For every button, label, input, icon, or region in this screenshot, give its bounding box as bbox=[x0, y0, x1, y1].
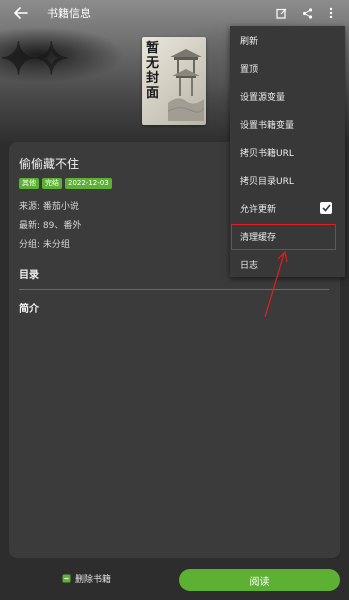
book-group[interactable]: 分组: 未分组 bbox=[19, 237, 70, 250]
menu-item-refresh[interactable]: 刷新 bbox=[230, 26, 345, 54]
bottom-bar: 删除书籍 阅读 bbox=[0, 558, 349, 600]
tag-date: 2022-12-03 bbox=[65, 178, 112, 189]
cover-placeholder-text: 暂无封面 bbox=[146, 41, 160, 101]
toc-section[interactable]: 目录 bbox=[19, 266, 39, 281]
tag-category: 其他 bbox=[19, 178, 39, 189]
book-tags: 其他 完结 2022-12-03 bbox=[19, 178, 112, 189]
menu-item-copy-toc-url[interactable]: 拷贝目录URL bbox=[230, 166, 345, 194]
book-title: 偷偷藏不住 bbox=[19, 157, 80, 171]
share-icon bbox=[302, 7, 312, 19]
header-background-art: ✦✧ bbox=[0, 34, 70, 85]
read-button[interactable]: 阅读 bbox=[179, 569, 340, 591]
menu-item-set-book-variable[interactable]: 设置书籍变量 bbox=[230, 110, 345, 138]
edit-icon bbox=[275, 8, 286, 19]
more-vert-icon bbox=[329, 7, 333, 19]
share-button[interactable] bbox=[297, 3, 317, 23]
pavilion-illustration bbox=[168, 49, 204, 121]
book-cover[interactable]: 暂无封面 bbox=[142, 37, 206, 125]
delete-book-button[interactable]: 删除书籍 bbox=[62, 572, 111, 585]
annotation-arrow-icon bbox=[264, 250, 288, 318]
delete-book-icon bbox=[62, 574, 71, 583]
page-title: 书籍信息 bbox=[47, 7, 91, 20]
delete-book-label: 删除书籍 bbox=[75, 575, 112, 585]
tag-status: 完结 bbox=[42, 178, 62, 189]
menu-item-pin-top[interactable]: 置顶 bbox=[230, 54, 345, 82]
allow-update-label: 允许更新 bbox=[240, 204, 277, 215]
menu-item-set-source-variable[interactable]: 设置源变量 bbox=[230, 82, 345, 110]
arrow-left-icon bbox=[14, 7, 28, 19]
more-button[interactable] bbox=[321, 3, 341, 23]
menu-item-allow-update[interactable]: 允许更新 bbox=[230, 194, 345, 222]
edit-button[interactable] bbox=[271, 3, 291, 23]
check-icon bbox=[321, 204, 331, 212]
back-button[interactable] bbox=[10, 3, 32, 23]
book-source: 来源: 番茄小说 bbox=[19, 202, 79, 212]
annotation-highlight-box bbox=[231, 224, 336, 250]
allow-update-checkbox[interactable] bbox=[320, 202, 332, 214]
book-latest: 最新: 89、番外 bbox=[19, 221, 82, 231]
menu-item-copy-book-url[interactable]: 拷贝书籍URL bbox=[230, 138, 345, 166]
intro-section: 简介 bbox=[19, 304, 39, 315]
toolbar: 书籍信息 bbox=[0, 0, 349, 26]
book-source-row[interactable]: 来源: 番茄小说 bbox=[19, 199, 79, 212]
